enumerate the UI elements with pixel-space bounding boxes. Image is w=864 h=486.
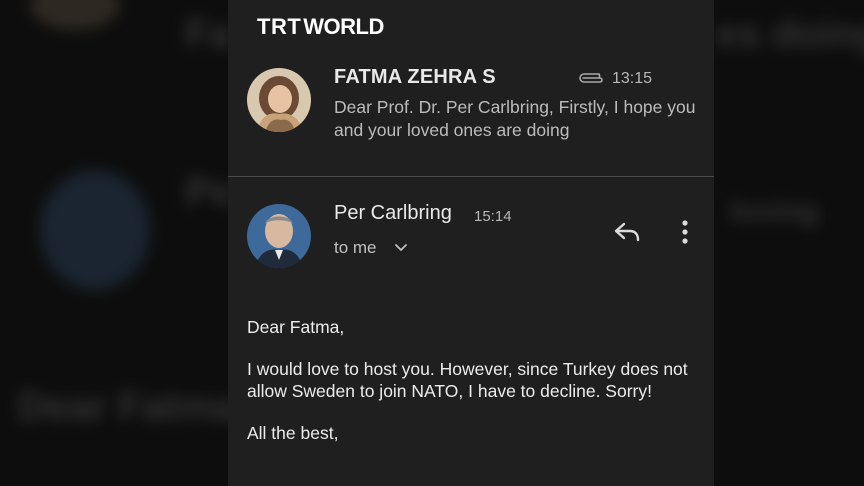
email-screenshot: TRT WORLD FATMA ZEHRA S 13:15 Dear Prof. … xyxy=(228,0,714,486)
message-time: 15:14 xyxy=(474,208,512,225)
more-options-button[interactable] xyxy=(675,218,695,246)
email-greeting: Dear Fatma, xyxy=(247,317,345,337)
sender-avatar-per[interactable] xyxy=(247,204,311,268)
message-sender-name[interactable]: Per Carlbring xyxy=(334,202,452,225)
recipient-label[interactable]: to me xyxy=(334,238,377,258)
message-sender-name[interactable]: FATMA ZEHRA S xyxy=(334,66,496,89)
message-divider xyxy=(228,176,714,177)
sender-avatar-fatma[interactable] xyxy=(247,68,311,132)
email-closing: All the best, xyxy=(247,423,339,443)
trtworld-logo: TRT WORLD xyxy=(257,13,384,41)
logo-trt: TRT xyxy=(257,14,302,39)
paperclip-icon xyxy=(579,73,603,83)
reply-icon xyxy=(614,222,640,242)
message-preview[interactable]: Dear Prof. Dr. Per Carlbring, Firstly, I… xyxy=(334,96,704,142)
reply-button[interactable] xyxy=(612,218,642,246)
more-vert-icon xyxy=(682,220,688,244)
message-time: 13:15 xyxy=(612,70,653,87)
logo-world: WORLD xyxy=(303,14,384,39)
chevron-down-icon[interactable] xyxy=(394,240,408,254)
email-main-text: I would love to host you. However, since… xyxy=(247,359,688,401)
email-body: Dear Fatma, I would love to host you. Ho… xyxy=(247,316,697,444)
